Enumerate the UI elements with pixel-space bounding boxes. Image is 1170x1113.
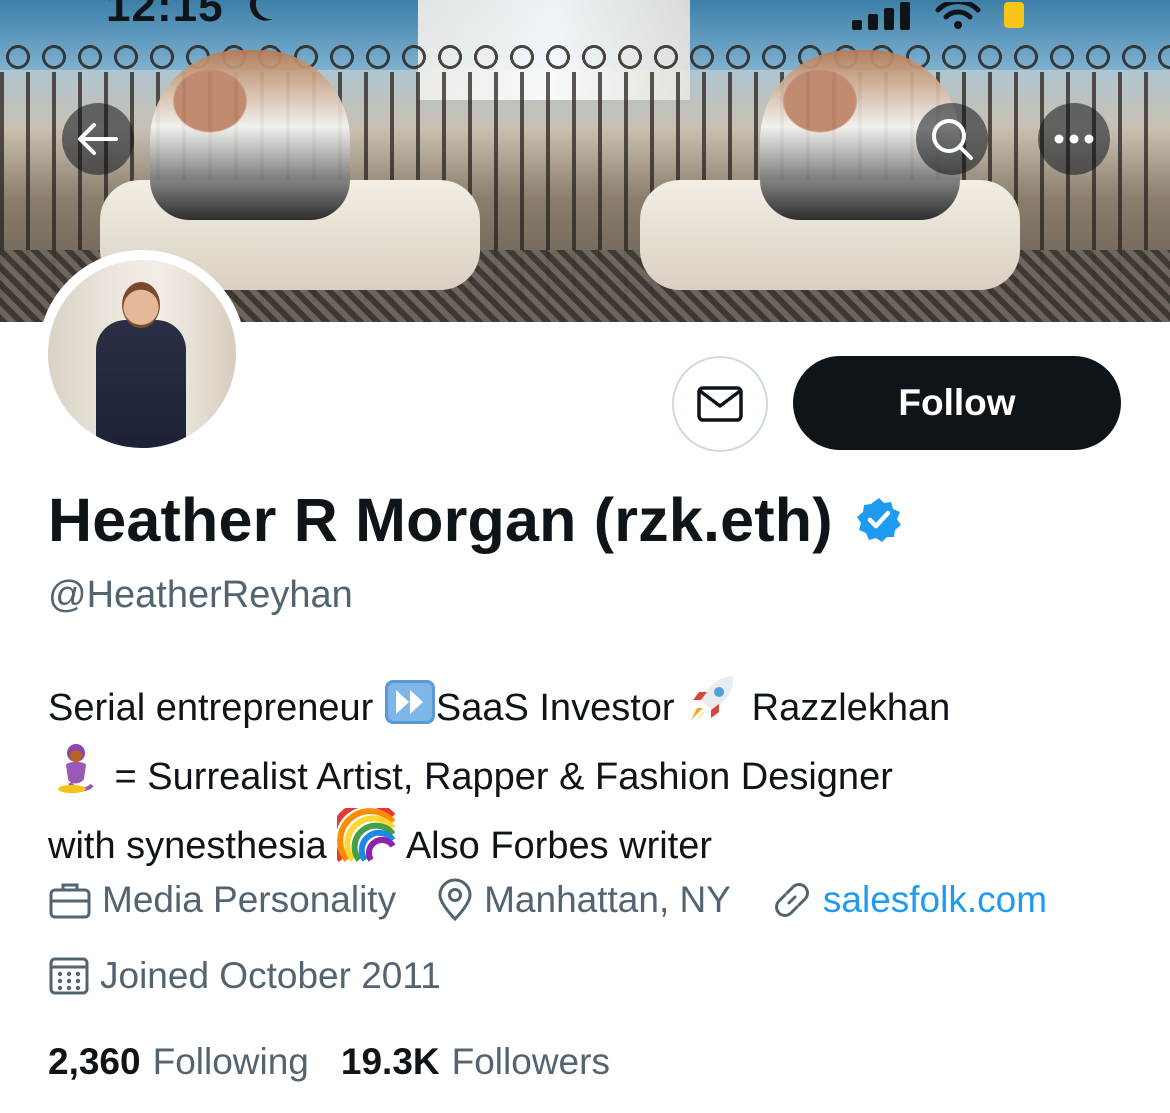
profile-location-label: Manhattan, NY: [484, 879, 731, 920]
profile-meta-row: Media Personality Manhattan, NY salesfol…: [48, 878, 1087, 922]
profile-website-link[interactable]: salesfolk.com: [823, 879, 1047, 921]
rainbow-emoji-icon: [337, 808, 396, 862]
avatar[interactable]: [38, 250, 246, 458]
bio-line-2: = Surrealist Artist, Rapper & Fashion De…: [48, 739, 1128, 808]
link-icon: [774, 883, 809, 917]
banner-railing-top: [0, 40, 1170, 74]
followers-count[interactable]: 19.3K: [341, 1041, 440, 1083]
cellular-signal-icon: [852, 2, 910, 30]
more-button[interactable]: [1038, 103, 1110, 175]
follow-button[interactable]: Follow: [793, 356, 1121, 450]
profile-handle: @HeatherReyhan: [48, 574, 353, 616]
profile-bio: Serial entrepreneur SaaS Investor Razzle…: [48, 670, 1128, 877]
bio-text: Serial entrepreneur: [48, 687, 384, 729]
status-time: 12:15: [106, 0, 279, 32]
verified-badge-icon[interactable]: [855, 496, 903, 544]
bio-text: Razzlekhan: [741, 687, 951, 729]
search-button[interactable]: [916, 103, 988, 175]
profile-joined: Joined October 2011: [48, 955, 441, 997]
moon-icon: [249, 0, 273, 21]
bio-text: SaaS Investor: [435, 687, 686, 729]
profile-category-label: Media Personality: [102, 879, 397, 920]
display-name: Heather R Morgan (rzk.eth): [48, 486, 833, 554]
bio-text: with synesthesia: [48, 825, 338, 867]
battery-icon: [1004, 2, 1024, 28]
calendar-icon: [49, 957, 89, 995]
message-button[interactable]: [672, 356, 768, 452]
avatar-figure-body: [96, 320, 186, 448]
bio-text: Also Forbes writer: [397, 825, 713, 867]
arrow-left-icon: [78, 123, 118, 155]
avatar-figure-head: [122, 282, 160, 328]
banner-figure-left: [150, 50, 350, 220]
search-icon: [932, 119, 973, 160]
fast-forward-emoji-icon: [384, 680, 435, 724]
followers-label[interactable]: Followers: [452, 1041, 610, 1083]
status-icons: [852, 0, 1026, 30]
wifi-icon: [935, 2, 981, 29]
following-count[interactable]: 2,360: [48, 1041, 141, 1083]
bio-line-1: Serial entrepreneur SaaS Investor Razzle…: [48, 670, 1128, 739]
briefcase-icon: [49, 883, 91, 919]
back-button[interactable]: [62, 103, 134, 175]
more-horizontal-icon: [1054, 134, 1094, 144]
display-name-row: Heather R Morgan (rzk.eth): [48, 485, 903, 555]
profile-joined-label: Joined October 2011: [100, 955, 441, 996]
profile-category: Media Personality: [48, 879, 396, 921]
bio-text: = Surrealist Artist, Rapper & Fashion De…: [104, 756, 893, 798]
genie-emoji-icon: [58, 744, 94, 793]
rocket-emoji-icon: [691, 676, 734, 722]
profile-stats: 2,360 Following 19.3K Followers: [48, 1041, 642, 1083]
following-label[interactable]: Following: [153, 1041, 309, 1083]
avatar-image: [48, 260, 236, 448]
profile-location: Manhattan, NY: [436, 878, 731, 922]
profile-website[interactable]: salesfolk.com: [771, 879, 1047, 921]
location-pin-icon: [438, 878, 472, 922]
bio-line-3: with synesthesia Also Forbes writer: [48, 808, 1128, 877]
envelope-icon: [697, 386, 743, 422]
